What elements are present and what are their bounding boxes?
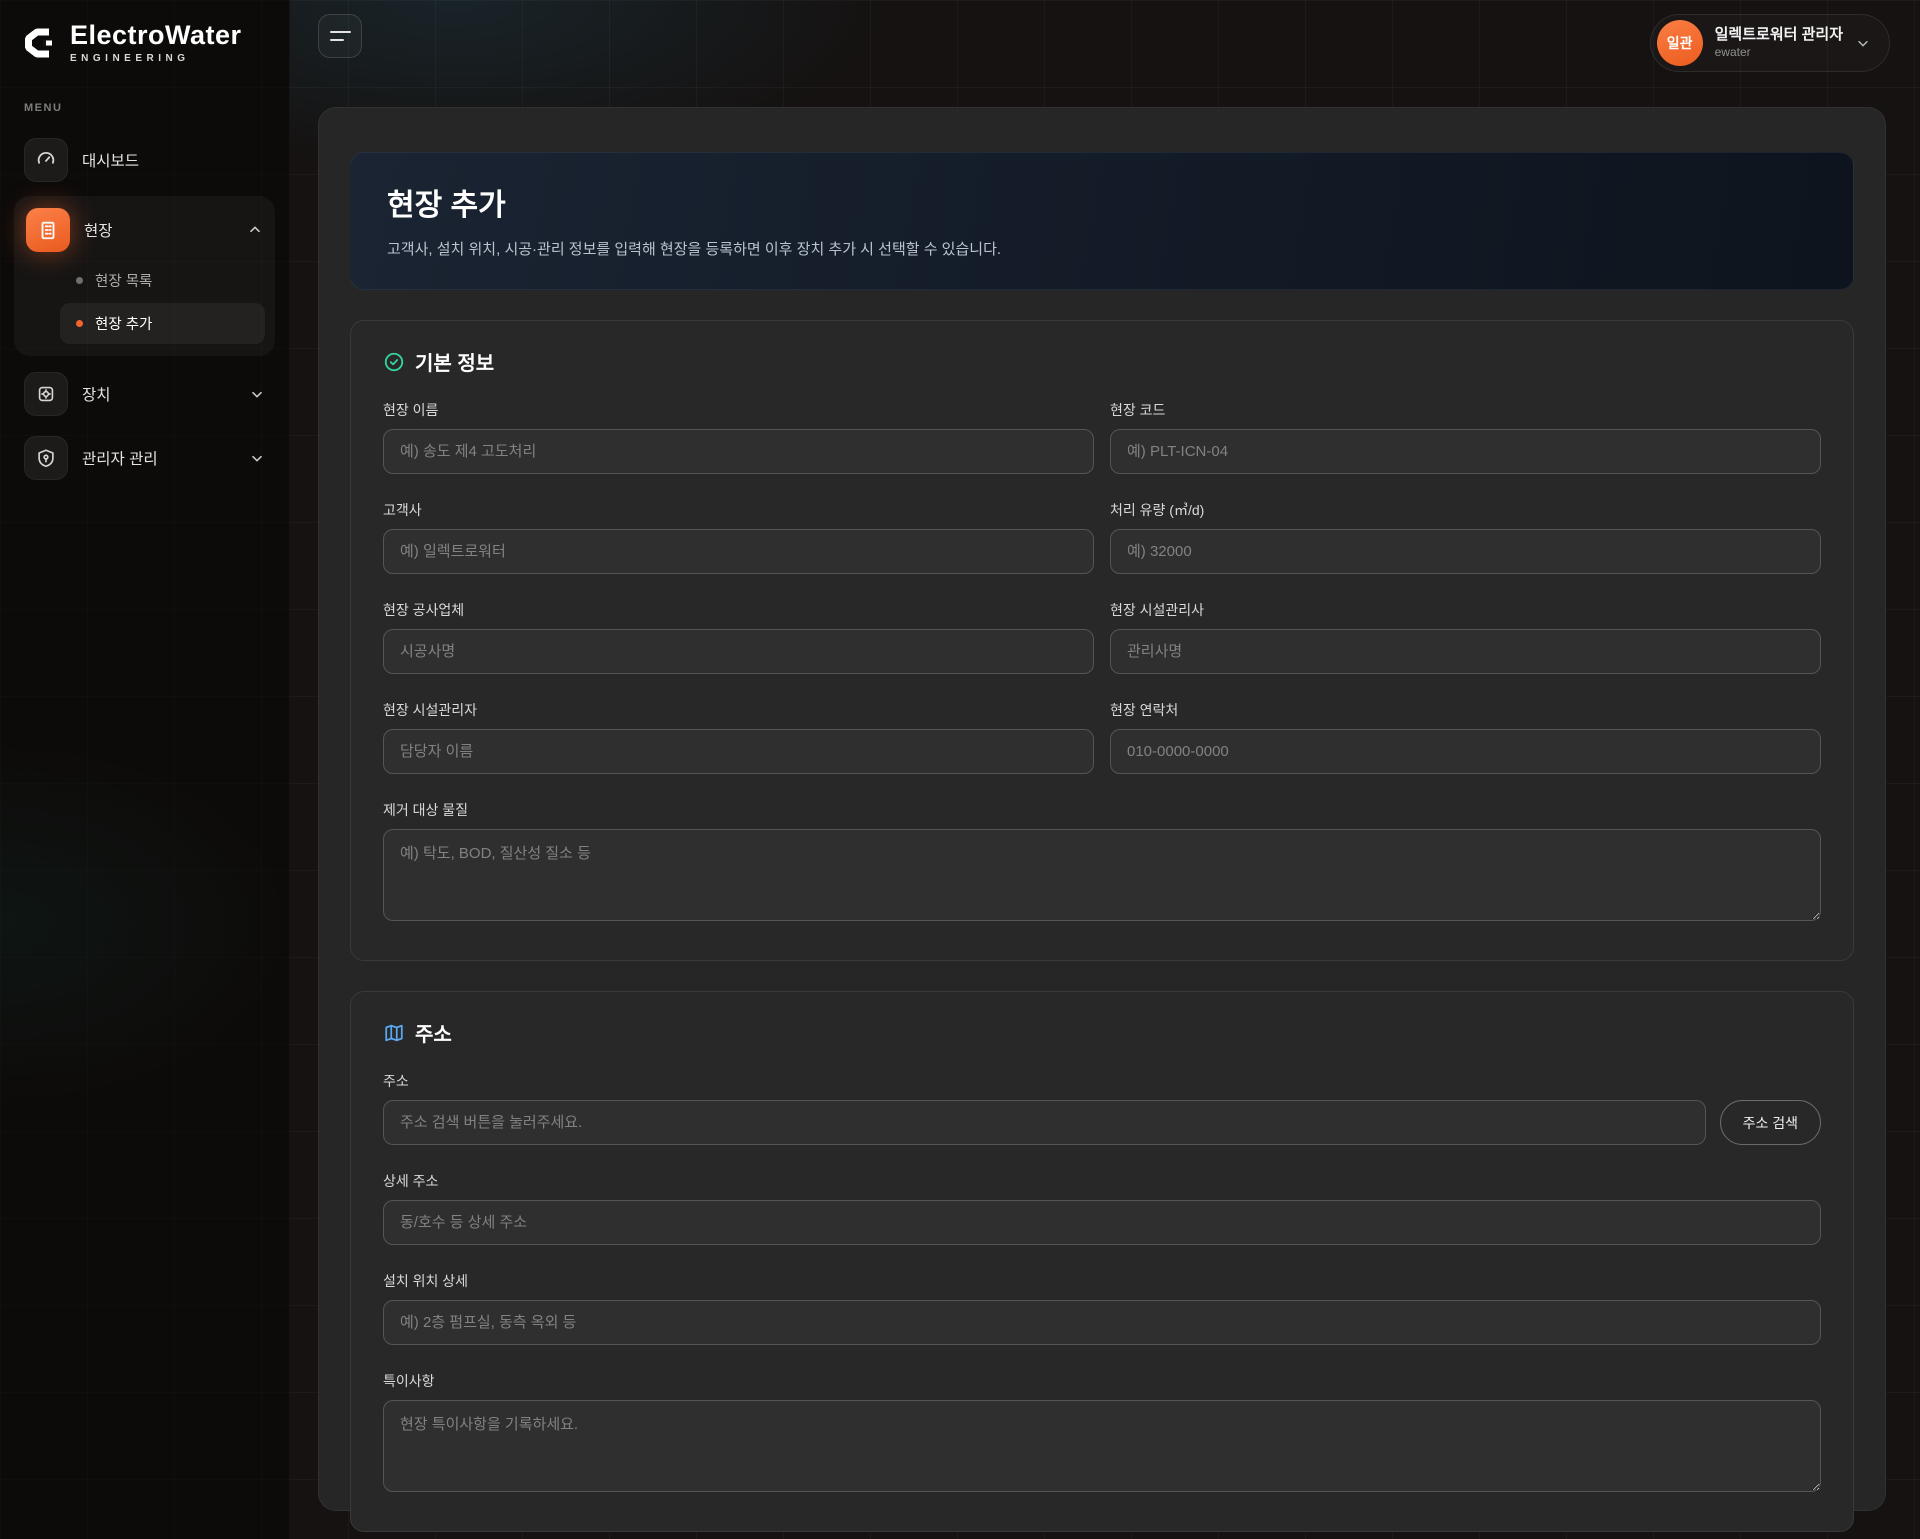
basic-info-section: 기본 정보 현장 이름 현장 코드 고객사 — [350, 320, 1854, 961]
sidebar-subitem-site-list[interactable]: 현장 목록 — [60, 260, 265, 301]
sidebar-subitem-label: 현장 추가 — [95, 313, 152, 334]
site-name-input[interactable] — [383, 429, 1094, 474]
building-icon — [26, 208, 70, 252]
facility-company-input[interactable] — [1110, 629, 1821, 674]
field-label: 특이사항 — [383, 1371, 1821, 1391]
page-card: 현장 추가 고객사, 설치 위치, 시공·관리 정보를 입력해 현장을 등록하면… — [318, 107, 1886, 1511]
address-section: 주소 주소 주소 검색 상세 주소 설치 위치 상세 — [350, 991, 1854, 1532]
topbar: 일관 일렉트로워터 관리자 ewater — [290, 0, 1920, 72]
avatar: 일관 — [1657, 20, 1703, 66]
form-field-flow-rate: 처리 유량 (㎥/d) — [1110, 500, 1821, 574]
field-label: 현장 연락처 — [1110, 700, 1821, 720]
hamburger-icon — [330, 31, 351, 33]
device-chip-icon — [24, 372, 68, 416]
form-field-target-substance: 제거 대상 물질 — [383, 800, 1821, 926]
chevron-down-icon — [249, 386, 265, 402]
page-subtitle: 고객사, 설치 위치, 시공·관리 정보를 입력해 현장을 등록하면 이후 장치… — [387, 238, 1817, 259]
brand-logo[interactable]: ElectroWater ENGINEERING — [14, 20, 275, 64]
user-name: 일렉트로워터 관리자 — [1715, 26, 1843, 45]
page-header-banner: 현장 추가 고객사, 설치 위치, 시공·관리 정보를 입력해 현장을 등록하면… — [350, 152, 1854, 290]
form-field-constructor: 현장 공사업체 — [383, 600, 1094, 674]
shield-icon — [24, 436, 68, 480]
target-substance-textarea[interactable] — [383, 829, 1821, 921]
field-label: 현장 코드 — [1110, 400, 1821, 420]
brand-subtitle: ENGINEERING — [70, 54, 242, 64]
hamburger-icon — [330, 39, 344, 41]
flow-rate-input[interactable] — [1110, 529, 1821, 574]
user-menu[interactable]: 일관 일렉트로워터 관리자 ewater — [1650, 14, 1890, 72]
menu-section-label: MENU — [24, 102, 275, 114]
facility-manager-input[interactable] — [383, 729, 1094, 774]
form-field-customer: 고객사 — [383, 500, 1094, 574]
constructor-input[interactable] — [383, 629, 1094, 674]
contact-input[interactable] — [1110, 729, 1821, 774]
field-label: 현장 이름 — [383, 400, 1094, 420]
install-location-input[interactable] — [383, 1300, 1821, 1345]
field-label: 제거 대상 물질 — [383, 800, 1821, 820]
chevron-up-icon — [247, 222, 263, 238]
dashboard-gauge-icon — [24, 138, 68, 182]
check-circle-icon — [383, 351, 405, 373]
section-title: 주소 — [415, 1018, 452, 1047]
address-search-button[interactable]: 주소 검색 — [1720, 1100, 1821, 1145]
sidebar: ElectroWater ENGINEERING MENU 대시보드 — [0, 0, 290, 1539]
sidebar-group-site: 현장 현장 목록 현장 추가 — [14, 196, 275, 356]
sidebar-item-label: 장치 — [82, 383, 235, 405]
field-label: 처리 유량 (㎥/d) — [1110, 500, 1821, 520]
site-code-input[interactable] — [1110, 429, 1821, 474]
form-field-address-detail: 상세 주소 — [383, 1171, 1821, 1245]
form-field-facility-company: 현장 시설관리사 — [1110, 600, 1821, 674]
sidebar-item-label: 관리자 관리 — [82, 447, 235, 469]
user-id: ewater — [1715, 45, 1843, 60]
sidebar-item-site[interactable]: 현장 — [24, 204, 265, 256]
form-field-install-location: 설치 위치 상세 — [383, 1271, 1821, 1345]
sidebar-subitem-site-add[interactable]: 현장 추가 — [60, 303, 265, 344]
chevron-down-icon — [249, 450, 265, 466]
sidebar-item-admin[interactable]: 관리자 관리 — [14, 430, 275, 486]
sidebar-toggle-button[interactable] — [318, 14, 362, 58]
chevron-down-icon — [1855, 35, 1871, 51]
form-field-site-name: 현장 이름 — [383, 400, 1094, 474]
form-field-contact: 현장 연락처 — [1110, 700, 1821, 774]
page-title: 현장 추가 — [387, 180, 1817, 224]
sidebar-item-device[interactable]: 장치 — [14, 366, 275, 422]
sidebar-subitem-label: 현장 목록 — [95, 270, 152, 291]
bullet-dot-icon — [76, 320, 83, 327]
sidebar-item-label: 현장 — [84, 219, 233, 241]
sidebar-item-dashboard[interactable]: 대시보드 — [14, 132, 275, 188]
section-title: 기본 정보 — [415, 347, 494, 376]
field-label: 설치 위치 상세 — [383, 1271, 1821, 1291]
field-label: 상세 주소 — [383, 1171, 1821, 1191]
field-label: 고객사 — [383, 500, 1094, 520]
form-field-address: 주소 주소 검색 — [383, 1071, 1821, 1145]
address-detail-input[interactable] — [383, 1200, 1821, 1245]
customer-input[interactable] — [383, 529, 1094, 574]
address-input[interactable] — [383, 1100, 1706, 1145]
field-label: 주소 — [383, 1071, 1821, 1091]
main-area: 일관 일렉트로워터 관리자 ewater 현장 추가 고객사, 설치 위치, 시… — [290, 0, 1920, 1539]
form-field-site-code: 현장 코드 — [1110, 400, 1821, 474]
field-label: 현장 공사업체 — [383, 600, 1094, 620]
form-field-facility-manager: 현장 시설관리자 — [383, 700, 1094, 774]
bullet-dot-icon — [76, 277, 83, 284]
form-field-special-notes: 특이사항 — [383, 1371, 1821, 1497]
special-notes-textarea[interactable] — [383, 1400, 1821, 1492]
sidebar-item-label: 대시보드 — [82, 149, 265, 171]
brand-name: ElectroWater — [70, 22, 242, 49]
field-label: 현장 시설관리사 — [1110, 600, 1821, 620]
map-icon — [383, 1022, 405, 1044]
brand-logo-icon — [20, 23, 60, 63]
app-root: ElectroWater ENGINEERING MENU 대시보드 — [0, 0, 1920, 1539]
field-label: 현장 시설관리자 — [383, 700, 1094, 720]
